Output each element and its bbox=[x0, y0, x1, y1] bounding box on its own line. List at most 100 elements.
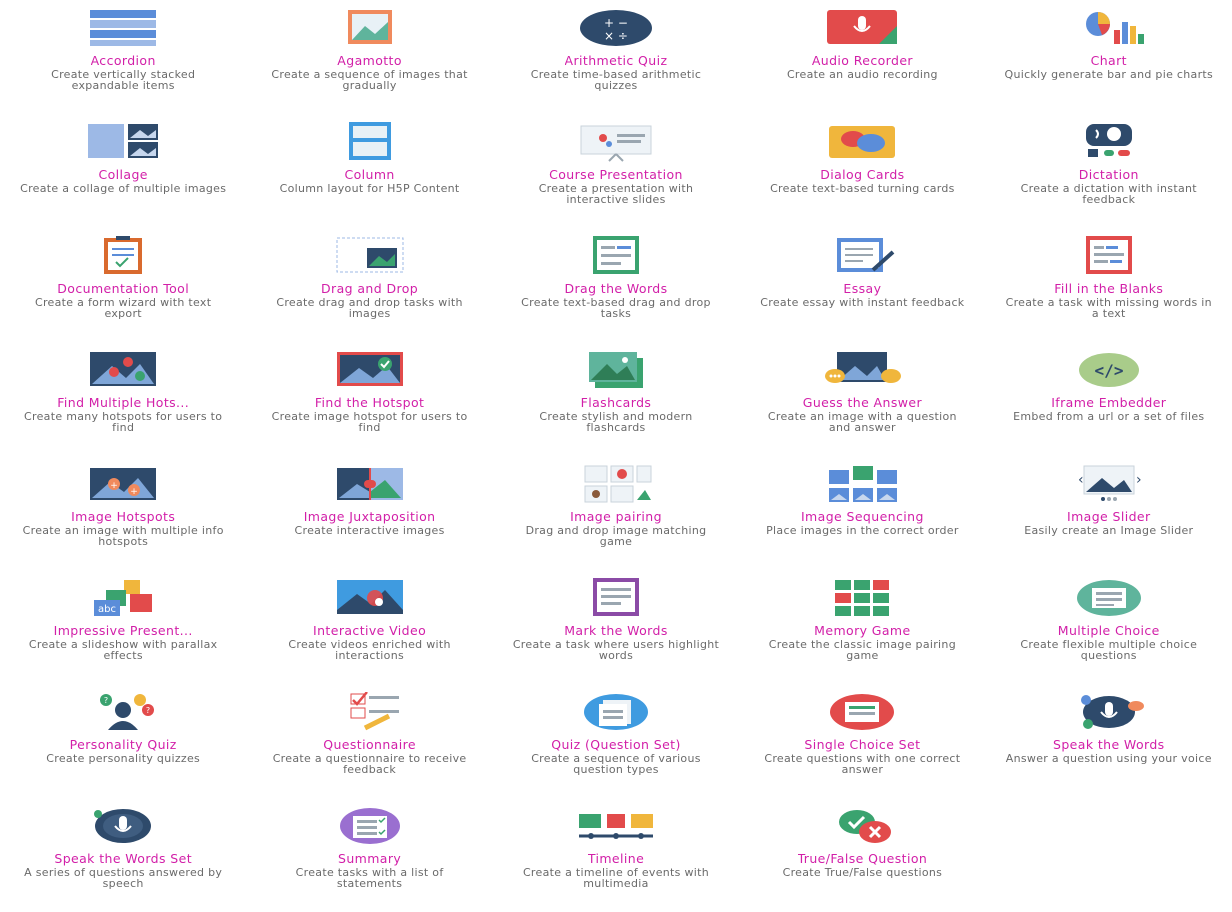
tile-find-the-hotspot[interactable]: Find the Hotspot Create image hotspot fo… bbox=[246, 342, 492, 456]
fill-in-the-blanks-icon bbox=[1054, 236, 1164, 276]
tile-interactive-video[interactable]: Interactive Video Create videos enriched… bbox=[246, 570, 492, 684]
tile-title: Memory Game bbox=[814, 624, 911, 638]
tile-question-set[interactable]: Quiz (Question Set) Create a sequence of… bbox=[493, 684, 739, 798]
tile-description: Create essay with instant feedback bbox=[760, 296, 965, 309]
tile-single-choice-set[interactable]: Single Choice Set Create questions with … bbox=[739, 684, 985, 798]
tile-description: Quickly generate bar and pie charts bbox=[1004, 68, 1214, 81]
tile-image-slider[interactable]: ‹ › Image Slider Easily create an Image S… bbox=[986, 456, 1232, 570]
svg-text:</>: </> bbox=[1094, 361, 1123, 380]
tile-true-false[interactable]: True/False Question Create True/False qu… bbox=[739, 798, 985, 912]
tile-arithmetic-quiz[interactable]: + − × ÷ Arithmetic Quiz Create time-based… bbox=[493, 0, 739, 114]
find-the-hotspot-icon bbox=[315, 350, 425, 390]
tile-title: Fill in the Blanks bbox=[1054, 282, 1164, 296]
svg-text:›: › bbox=[1136, 472, 1142, 488]
tile-description: Create interactive images bbox=[294, 524, 445, 537]
tile-title: Image Hotspots bbox=[71, 510, 176, 524]
tile-fill-in-the-blanks[interactable]: Fill in the Blanks Create a task with mi… bbox=[986, 228, 1232, 342]
tile-title: Audio Recorder bbox=[811, 54, 913, 68]
tile-summary[interactable]: Summary Create tasks with a list of stat… bbox=[246, 798, 492, 912]
tile-image-pairing[interactable]: Image pairing Drag and drop image matchi… bbox=[493, 456, 739, 570]
tile-description: Create an audio recording bbox=[786, 68, 938, 81]
tile-title: Guess the Answer bbox=[802, 396, 922, 410]
tile-image-hotspots[interactable]: + + Image Hotspots Create an image with m… bbox=[0, 456, 246, 570]
tile-drag-the-words[interactable]: Drag the Words Create text-based drag an… bbox=[493, 228, 739, 342]
tile-essay[interactable]: Essay Create essay with instant feedback bbox=[739, 228, 985, 342]
tile-speak-the-words-set[interactable]: Speak the Words Set A series of question… bbox=[0, 798, 246, 912]
tile-title: Image Juxtaposition bbox=[303, 510, 436, 524]
tile-agamotto[interactable]: Agamotto Create a sequence of images tha… bbox=[246, 0, 492, 114]
svg-text:+ −: + − bbox=[604, 16, 628, 30]
tile-title: Accordion bbox=[90, 54, 156, 68]
tile-image-juxtaposition[interactable]: Image Juxtaposition Create interactive i… bbox=[246, 456, 492, 570]
tile-memory-game[interactable]: Memory Game Create the classic image pai… bbox=[739, 570, 985, 684]
tile-impressive-presentation[interactable]: abc Impressive Present... Create a slide… bbox=[0, 570, 246, 684]
tile-title: Collage bbox=[98, 168, 148, 182]
tile-description: A series of questions answered by speech bbox=[24, 866, 223, 890]
tile-description: Create the classic image pairing game bbox=[768, 638, 956, 662]
tile-description: Answer a question using your voice bbox=[1005, 752, 1212, 765]
tile-description: Create a sequence of images that gradual… bbox=[271, 68, 468, 92]
question-set-icon bbox=[561, 692, 671, 732]
tile-mark-the-words[interactable]: Mark the Words Create a task where users… bbox=[493, 570, 739, 684]
tile-description: Place images in the correct order bbox=[766, 524, 959, 537]
tile-title: Speak the Words Set bbox=[54, 852, 193, 866]
tile-description: Create a questionnaire to receive feedba… bbox=[272, 752, 467, 776]
tile-description: Create many hotspots for users to find bbox=[24, 410, 223, 434]
tile-title: Dictation bbox=[1078, 168, 1139, 182]
tile-accordion[interactable]: Accordion Create vertically stacked expa… bbox=[0, 0, 246, 114]
tile-title: Documentation Tool bbox=[57, 282, 190, 296]
tile-title: Course Presentation bbox=[549, 168, 683, 182]
iframe-embedder-icon: </> bbox=[1054, 350, 1164, 390]
multiple-choice-icon bbox=[1054, 578, 1164, 618]
tile-description: Create a dictation with instant feedback bbox=[1020, 182, 1197, 206]
chart-icon bbox=[1054, 8, 1164, 48]
tile-description: Create text-based turning cards bbox=[770, 182, 955, 195]
tile-drag-and-drop[interactable]: Drag and Drop Create drag and drop tasks… bbox=[246, 228, 492, 342]
tile-multiple-choice[interactable]: Multiple Choice Create flexible multiple… bbox=[986, 570, 1232, 684]
tile-column[interactable]: Column Column layout for H5P Content bbox=[246, 114, 492, 228]
tile-description: Create text-based drag and drop tasks bbox=[521, 296, 711, 320]
tile-title: Essay bbox=[843, 282, 882, 296]
impressive-presentation-icon: abc bbox=[68, 578, 178, 618]
tile-dictation[interactable]: Dictation Create a dictation with instan… bbox=[986, 114, 1232, 228]
course-presentation-icon bbox=[561, 122, 671, 162]
guess-the-answer-icon bbox=[807, 350, 917, 390]
tile-questionnaire[interactable]: Questionnaire Create a questionnaire to … bbox=[246, 684, 492, 798]
summary-icon bbox=[315, 806, 425, 846]
tile-guess-the-answer[interactable]: Guess the Answer Create an image with a … bbox=[739, 342, 985, 456]
tile-documentation-tool[interactable]: Documentation Tool Create a form wizard … bbox=[0, 228, 246, 342]
documentation-tool-icon bbox=[68, 236, 178, 276]
tile-description: Create a task where users highlight word… bbox=[512, 638, 720, 662]
tile-collage[interactable]: Collage Create a collage of multiple ima… bbox=[0, 114, 246, 228]
tile-title: Personality Quiz bbox=[69, 738, 177, 752]
tile-description: Create a sequence of various question ty… bbox=[531, 752, 701, 776]
tile-title: Questionnaire bbox=[323, 738, 416, 752]
tile-description: Create True/False questions bbox=[782, 866, 943, 879]
tile-audio-recorder[interactable]: Audio Recorder Create an audio recording bbox=[739, 0, 985, 114]
tile-image-sequencing[interactable]: Image Sequencing Place images in the cor… bbox=[739, 456, 985, 570]
accordion-icon bbox=[68, 8, 178, 48]
image-slider-icon: ‹ › bbox=[1054, 464, 1164, 504]
tile-find-multiple-hotspots[interactable]: Find Multiple Hots... Create many hotspo… bbox=[0, 342, 246, 456]
tile-flashcards[interactable]: Flashcards Create stylish and modern fla… bbox=[493, 342, 739, 456]
tile-description: Create a form wizard with text export bbox=[35, 296, 212, 320]
tile-title: Image Sequencing bbox=[800, 510, 924, 524]
memory-game-icon bbox=[807, 578, 917, 618]
tile-title: Mark the Words bbox=[564, 624, 668, 638]
questionnaire-icon bbox=[315, 692, 425, 732]
tile-description: Create tasks with a list of statements bbox=[295, 866, 444, 890]
tile-iframe-embedder[interactable]: </> Iframe Embedder Embed from a url or … bbox=[986, 342, 1232, 456]
find-multiple-hotspots-icon bbox=[68, 350, 178, 390]
true-false-icon bbox=[807, 806, 917, 846]
tile-course-presentation[interactable]: Course Presentation Create a presentatio… bbox=[493, 114, 739, 228]
tile-speak-the-words[interactable]: Speak the Words Answer a question using … bbox=[986, 684, 1232, 798]
tile-description: Create a collage of multiple images bbox=[20, 182, 227, 195]
tile-personality-quiz[interactable]: ?? Personality Quiz Create personality q… bbox=[0, 684, 246, 798]
tile-timeline[interactable]: Timeline Create a timeline of events wit… bbox=[493, 798, 739, 912]
tile-chart[interactable]: Chart Quickly generate bar and pie chart… bbox=[986, 0, 1232, 114]
svg-text:× ÷: × ÷ bbox=[604, 29, 628, 43]
tile-dialog-cards[interactable]: Dialog Cards Create text-based turning c… bbox=[739, 114, 985, 228]
svg-text:abc: abc bbox=[98, 604, 116, 615]
essay-icon bbox=[807, 236, 917, 276]
tile-description: Create a presentation with interactive s… bbox=[538, 182, 694, 206]
